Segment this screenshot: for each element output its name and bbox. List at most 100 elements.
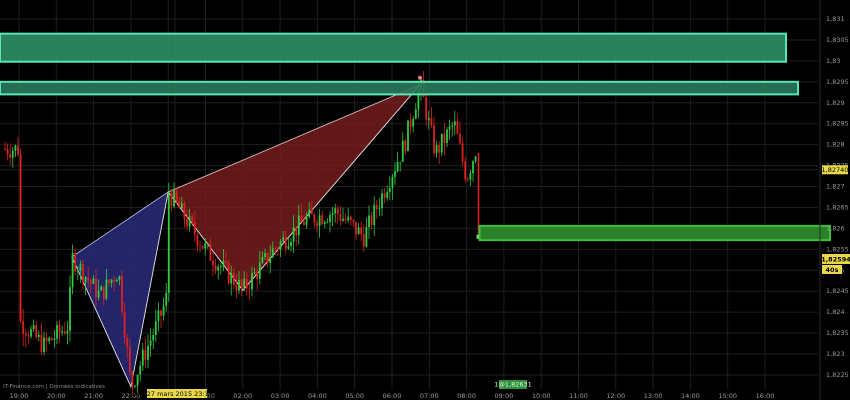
candle-body xyxy=(339,213,342,221)
candle-body xyxy=(349,216,352,221)
candle-body xyxy=(45,337,48,342)
candle-body xyxy=(248,288,251,290)
candle-body xyxy=(318,215,321,227)
harmonic-pattern[interactable] xyxy=(71,84,421,389)
candle-body xyxy=(217,266,220,271)
candle-body xyxy=(373,204,376,225)
candle-body xyxy=(186,219,188,227)
y-tick-label: 1,823 xyxy=(826,350,845,358)
candle-body xyxy=(53,338,56,341)
candle-body xyxy=(17,145,19,155)
x-tick-label: 06:00 xyxy=(383,392,402,400)
y-tick-label: 1,829 xyxy=(826,99,845,107)
candle-body xyxy=(173,190,175,207)
candle-body xyxy=(266,252,269,264)
candle-body xyxy=(451,125,454,127)
candle-body xyxy=(253,272,256,274)
candle-body xyxy=(9,154,12,158)
candle-body xyxy=(175,190,178,202)
x-tick-label: 04:00 xyxy=(308,392,327,400)
candle-body xyxy=(131,371,134,387)
candle-body xyxy=(121,276,123,312)
candle-body xyxy=(394,171,396,177)
candle-body xyxy=(399,161,402,163)
candle-body xyxy=(199,245,201,247)
y-tick-label: 1,8225 xyxy=(826,371,849,379)
candle-body xyxy=(193,221,196,235)
candle-body xyxy=(427,118,430,120)
current-price-label: 1,82594 xyxy=(821,256,850,264)
target-zone xyxy=(478,224,831,242)
candle-body xyxy=(329,215,331,223)
candle-body xyxy=(128,347,131,372)
candle-body xyxy=(414,109,417,119)
candle-body xyxy=(388,187,391,192)
candle-body xyxy=(316,222,318,227)
candle-body xyxy=(56,325,58,339)
price-chart[interactable]: 1,831 1,8305 1,83 1,8295 1,829 1,8285 1,828 1,8… xyxy=(0,0,850,400)
candle-body xyxy=(433,125,435,154)
candle-body xyxy=(37,334,40,337)
x-tick-label: 08:00 xyxy=(457,392,476,400)
pattern-d-marker xyxy=(417,75,422,80)
upper-supply-zone xyxy=(0,32,787,63)
candle-body xyxy=(14,145,17,151)
candle-body xyxy=(409,120,412,127)
candle-body xyxy=(456,121,459,134)
x-tick-label: 15:00 xyxy=(718,392,737,400)
candle-body xyxy=(461,143,464,162)
candle-body xyxy=(279,241,282,250)
candle-body xyxy=(362,234,365,247)
candle-body xyxy=(105,279,108,299)
x-tick-label: 14:00 xyxy=(681,392,700,400)
candle-body xyxy=(162,305,165,316)
candle-body xyxy=(84,277,87,283)
candle-body xyxy=(115,280,118,282)
x-tick-label: 12:00 xyxy=(606,392,625,400)
crosshair-time-label: ven. 27 mars 2015 23:11:28 xyxy=(131,390,224,398)
candle-body xyxy=(19,154,22,321)
candle-body xyxy=(79,263,82,272)
candle-body xyxy=(147,345,149,360)
candle-body xyxy=(160,310,162,316)
y-tick-label: 1,8305 xyxy=(826,36,849,44)
candle-body xyxy=(448,126,451,130)
candle-body xyxy=(235,285,238,291)
candle-body xyxy=(48,337,51,342)
candle-body xyxy=(35,325,38,337)
candle-body xyxy=(365,227,368,247)
y-tick-label: 1,8285 xyxy=(826,120,849,128)
candle-body xyxy=(97,290,100,298)
candle-body xyxy=(453,121,456,126)
candle-body xyxy=(290,241,292,247)
candle-body xyxy=(69,287,71,331)
candle-body xyxy=(188,216,191,227)
candle-body xyxy=(474,156,477,162)
candle-body xyxy=(32,325,35,330)
candle-body xyxy=(305,216,308,225)
candle-body xyxy=(264,252,266,257)
candle-body xyxy=(6,149,9,155)
candle-body xyxy=(126,338,129,348)
candle-body xyxy=(355,221,357,235)
candle-body xyxy=(310,209,313,215)
candle-body xyxy=(368,215,370,228)
candle-body xyxy=(30,329,32,337)
y-tick-label: 1,8265 xyxy=(826,203,849,211)
candle-body xyxy=(152,335,155,341)
chart-area[interactable]: 1,831 1,8305 1,83 1,8295 1,829 1,8285 1,828 1,8… xyxy=(0,0,850,400)
zones[interactable] xyxy=(0,32,831,242)
candle-body xyxy=(89,280,92,284)
candle-body xyxy=(342,218,344,221)
x-tick-label: 13:00 xyxy=(644,392,663,400)
crosshair-price-label: 1,82740 xyxy=(822,166,849,174)
candle-body xyxy=(102,286,105,299)
candle-body xyxy=(347,216,350,221)
cursor-tag-label: 1@1,82631 xyxy=(494,381,532,389)
candle-body xyxy=(303,221,305,225)
candle-body xyxy=(297,215,300,236)
candle-body xyxy=(4,148,6,150)
source-text: IT-Finance.com | Données indicatives xyxy=(3,383,105,390)
candle-body xyxy=(74,252,77,272)
candle-body xyxy=(258,262,261,279)
